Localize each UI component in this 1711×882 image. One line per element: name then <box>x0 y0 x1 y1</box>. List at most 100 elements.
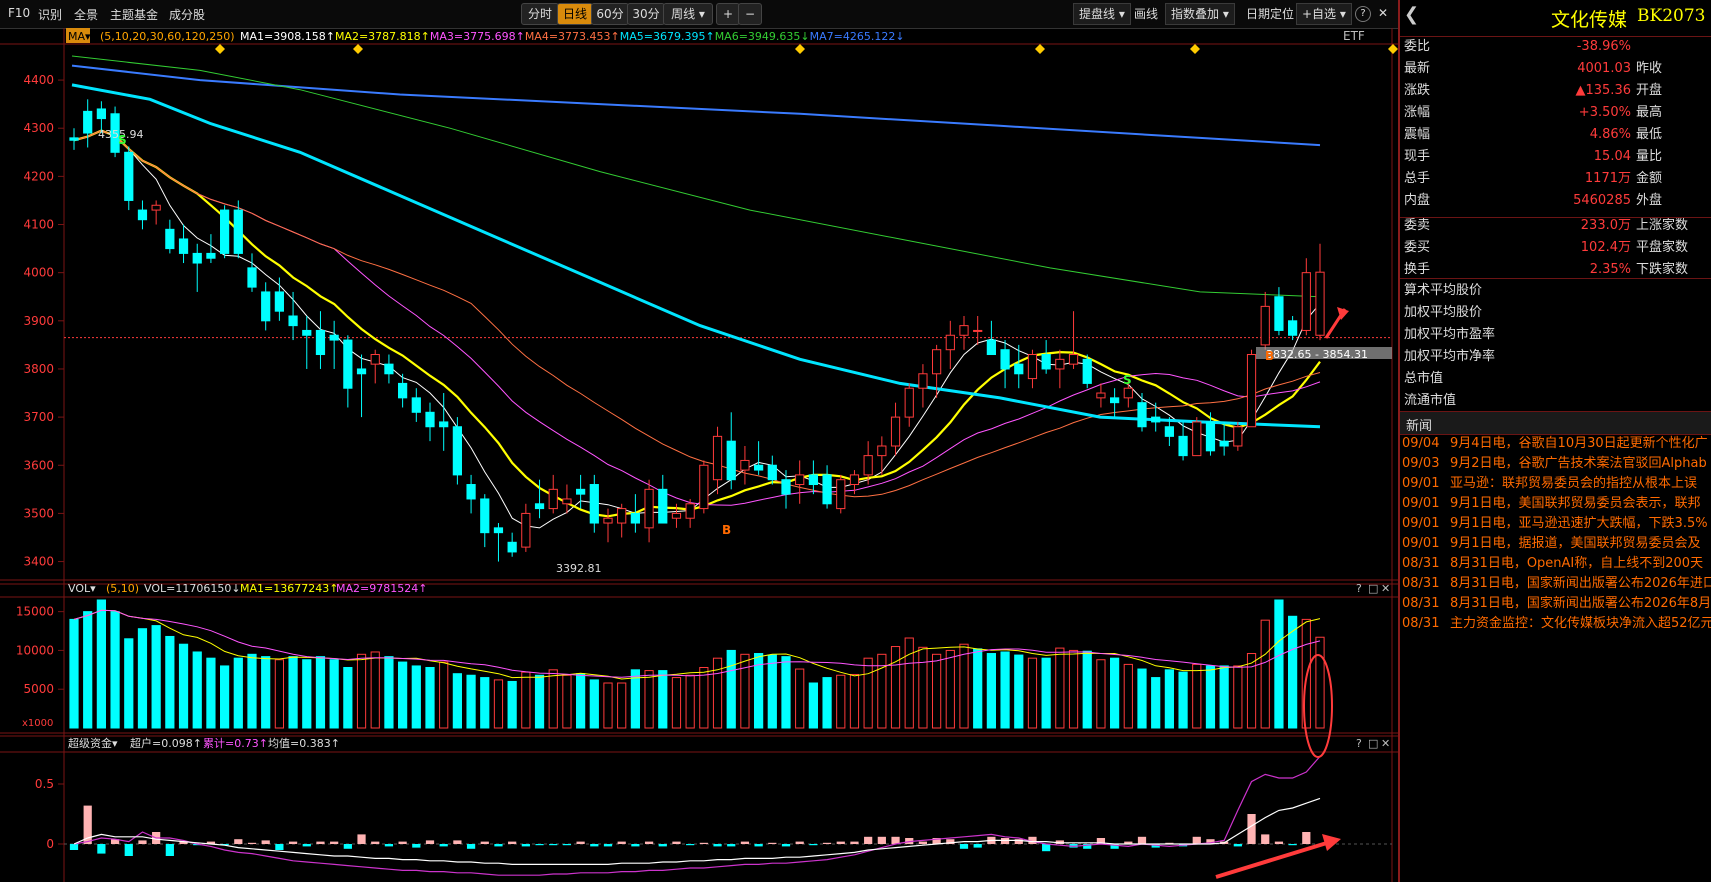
fund-selector[interactable]: 超级资金▾ <box>68 736 118 750</box>
y-tick-label: 4100 <box>23 218 54 232</box>
vol-maximize-icon[interactable]: □ <box>1368 582 1378 595</box>
etf-label[interactable]: ETF <box>1343 29 1365 43</box>
volume-bar <box>411 665 421 729</box>
candle <box>247 267 257 288</box>
news-item[interactable]: 09/01 9月1日电，美国联邦贸易委员会表示，联邦 <box>1402 494 1711 514</box>
fund-close-icon[interactable]: ✕ <box>1381 737 1390 750</box>
quote-label: 涨跌 <box>1404 83 1431 98</box>
back-icon[interactable]: ❮ <box>1404 4 1419 25</box>
period-tab-week[interactable]: 周线 ▾ <box>663 3 713 25</box>
news-item[interactable]: 09/03 9月2日电，谷歌广告技术案法官驳回Alphab <box>1402 454 1711 474</box>
news-item[interactable]: 08/31 8月31日电，OpenAI称，自上线不到200天 <box>1402 554 1711 574</box>
period-tab-60m[interactable]: 60分 <box>591 3 629 25</box>
candle <box>302 329 312 336</box>
fund-bar <box>453 840 462 844</box>
volume-bar <box>192 651 202 729</box>
fund-bar <box>877 836 886 844</box>
fund-bar <box>425 840 435 844</box>
volume-bar <box>398 661 408 729</box>
up-arrow-fund-head <box>1322 834 1341 851</box>
candle <box>576 488 586 495</box>
quote-label: 委买 <box>1404 240 1431 255</box>
event-marker[interactable] <box>795 44 805 54</box>
volume-bar <box>890 646 901 729</box>
quanjing-button[interactable]: 全景 <box>74 6 98 23</box>
y-tick-label: 3400 <box>23 555 54 569</box>
fund-bar <box>357 834 366 844</box>
ma-value-7: MA7=4265.122↓ <box>810 30 905 43</box>
quote-value: 5460285 <box>1573 193 1631 208</box>
fund-bar <box>69 844 79 850</box>
fund-chaohu: 超户=0.098↑ <box>130 736 202 750</box>
news-item[interactable]: 08/31 主力资金监控：文化传媒板块净流入超52亿元 <box>1402 614 1711 634</box>
close-icon[interactable]: ✕ <box>1378 6 1388 20</box>
members-button[interactable]: 成分股 <box>169 6 205 23</box>
vol-close-icon[interactable]: ✕ <box>1381 582 1390 595</box>
fund-maximize-icon[interactable]: □ <box>1368 737 1378 750</box>
news-item[interactable]: 09/01 亚马逊：联邦贸易委员会的指控从根本上误 <box>1402 474 1711 494</box>
draw-line-dropdown[interactable]: 提盘线 ▾ <box>1073 3 1131 25</box>
add-watchlist-dropdown[interactable]: +自选 ▾ <box>1296 3 1352 25</box>
volume-bar <box>69 618 79 729</box>
row-divider <box>1400 278 1711 279</box>
event-marker[interactable] <box>1388 44 1398 54</box>
quote-value: 4.86% <box>1589 127 1631 142</box>
zoom-out-button[interactable]: − <box>738 3 762 25</box>
volume-bar <box>685 674 695 729</box>
event-marker[interactable] <box>1035 44 1045 54</box>
fund-bar <box>521 844 530 847</box>
candle <box>1027 354 1038 380</box>
candle <box>534 503 545 510</box>
stat-label: 加权平均市净率 <box>1404 349 1496 364</box>
candle <box>918 373 928 389</box>
candle <box>699 464 709 510</box>
ma-selector[interactable]: MA▾ <box>68 30 91 43</box>
fund-bar <box>398 841 407 844</box>
candle <box>973 329 983 332</box>
news-item[interactable]: 09/01 9月1日电，据报道，美国联邦贸易委员会及 <box>1402 534 1711 554</box>
fund-bar <box>959 844 969 849</box>
volume-bar <box>849 673 860 729</box>
news-date: 09/03 <box>1402 456 1440 471</box>
fund-bar <box>1042 844 1051 852</box>
fund-help-icon[interactable]: ? <box>1356 737 1362 750</box>
news-text: 9月1日电，亚马逊迅速扩大跌幅，下跌3.5% <box>1450 516 1708 531</box>
quote-label: 内盘 <box>1404 193 1431 208</box>
event-marker[interactable] <box>215 44 225 54</box>
up-arrow-fund <box>1215 840 1331 879</box>
vol-selector[interactable]: VOL▾ <box>68 582 96 595</box>
event-marker[interactable] <box>353 44 363 54</box>
fund-bar <box>822 842 832 844</box>
period-tab-day[interactable]: 日线 <box>557 3 593 25</box>
volume-bar <box>1014 654 1024 729</box>
news-item[interactable]: 09/01 9月1日电，亚马逊迅速扩大跌幅，下跌3.5% <box>1402 514 1711 534</box>
news-item[interactable]: 08/31 8月31日电，国家新闻出版署公布2026年8月 <box>1402 594 1711 614</box>
volume-bar <box>836 674 846 729</box>
news-item[interactable]: 09/04 9月4日电，谷歌自10月30日起更新个性化广 <box>1402 434 1711 454</box>
huaxian-button[interactable]: 画线 <box>1128 3 1164 25</box>
quote-label-2: 最低 <box>1636 127 1663 142</box>
fund-bar <box>97 844 106 854</box>
fund-bar <box>562 844 572 846</box>
shibie-button[interactable]: 识别 <box>38 6 62 23</box>
event-marker[interactable] <box>1190 44 1200 54</box>
period-tab-30m[interactable]: 30分 <box>627 3 665 25</box>
candle <box>288 315 298 327</box>
f10-button[interactable]: F10 <box>8 6 30 20</box>
quote-label-2: 最高 <box>1636 105 1663 120</box>
theme-fund-button[interactable]: 主题基金 <box>110 6 158 23</box>
help-icon[interactable]: ? <box>1355 6 1371 22</box>
volume-bar <box>1178 671 1188 729</box>
index-overlay-dropdown[interactable]: 指数叠加 ▾ <box>1165 3 1235 25</box>
volume-bar <box>671 677 682 729</box>
period-tab-fenshi[interactable]: 分时 <box>521 3 559 25</box>
candle <box>1096 392 1106 399</box>
vol-help-icon[interactable]: ? <box>1356 582 1362 595</box>
date-locate-button[interactable]: 日期定位 <box>1240 3 1300 25</box>
volume-bar <box>767 654 777 729</box>
volume-bar <box>1260 619 1270 729</box>
volume-bar <box>1041 657 1051 729</box>
volume-bar <box>452 673 462 729</box>
news-item[interactable]: 08/31 8月31日电，国家新闻出版署公布2026年进口 <box>1402 574 1711 594</box>
zoom-in-button[interactable]: + <box>716 3 740 25</box>
